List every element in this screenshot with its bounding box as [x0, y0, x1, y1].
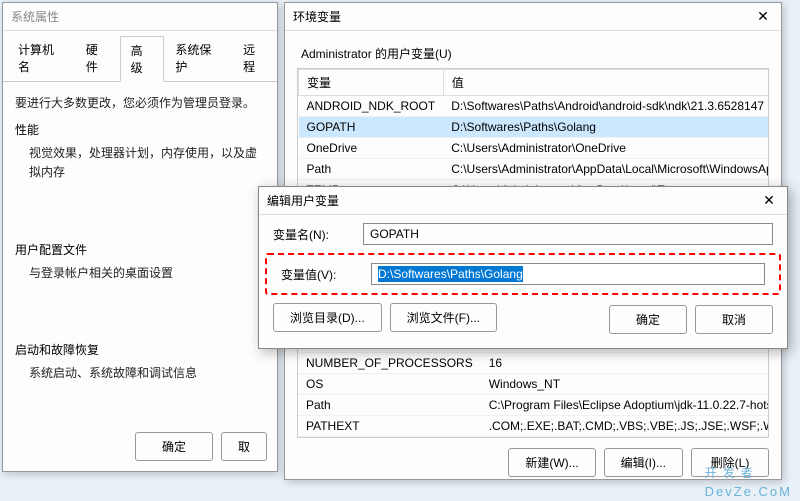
user-vars-table[interactable]: 变量 值 ANDROID_NDK_ROOTD:\Softwares\Paths\… — [298, 69, 769, 194]
table-row[interactable]: PathC:\Users\Administrator\AppData\Local… — [299, 159, 770, 180]
admin-note: 要进行大多数更改，您必须作为管理员登录。 — [15, 94, 265, 113]
col-variable[interactable]: 变量 — [299, 70, 444, 96]
table-row[interactable]: OSWindows_NT — [298, 374, 769, 395]
table-row[interactable]: ANDROID_NDK_ROOTD:\Softwares\Paths\Andro… — [299, 96, 770, 117]
system-properties-window: 系统属性 计算机名 硬件 高级 系统保护 远程 要进行大多数更改，您必须作为管理… — [2, 2, 278, 472]
close-icon[interactable]: ✕ — [753, 7, 773, 27]
sysprops-content: 要进行大多数更改，您必须作为管理员登录。 性能 视觉效果，处理器计划，内存使用，… — [3, 82, 277, 395]
perf-label: 性能 — [15, 121, 265, 138]
profiles-label: 用户配置文件 — [15, 241, 265, 258]
tab-hardware[interactable]: 硬件 — [75, 35, 120, 81]
var-name-row: 变量名(N): GOPATH — [259, 215, 787, 253]
sysprops-cancel-button[interactable]: 取 — [221, 432, 267, 461]
browse-dir-button[interactable]: 浏览目录(D)... — [273, 303, 382, 332]
tab-remote[interactable]: 远程 — [232, 35, 277, 81]
col-value[interactable]: 值 — [443, 70, 769, 96]
var-value-label: 变量值(V): — [281, 266, 361, 283]
table-row[interactable]: OneDriveC:\Users\Administrator\OneDrive — [299, 138, 770, 159]
envvars-title: 环境变量 — [293, 8, 341, 25]
table-row[interactable]: GOPATHD:\Softwares\Paths\Golang — [299, 117, 770, 138]
var-value-input[interactable]: D:\Softwares\Paths\Golang — [371, 263, 765, 285]
edit-sys-button[interactable]: 编辑(I)... — [604, 448, 683, 477]
tab-system-protection[interactable]: 系统保护 — [164, 35, 232, 81]
sysprops-ok-button[interactable]: 确定 — [135, 432, 213, 461]
edit-user-var-dialog: 编辑用户变量 ✕ 变量名(N): GOPATH 变量值(V): D:\Softw… — [258, 186, 788, 349]
highlighted-row: 变量值(V): D:\Softwares\Paths\Golang — [265, 253, 781, 295]
table-row[interactable]: NUMBER_OF_PROCESSORS16 — [298, 353, 769, 374]
perf-desc: 视觉效果，处理器计划，内存使用，以及虚拟内存 — [29, 144, 265, 182]
new-sys-button[interactable]: 新建(W)... — [508, 448, 595, 477]
sysprops-titlebar: 系统属性 — [3, 3, 277, 31]
editdlg-cancel-button[interactable]: 取消 — [695, 305, 773, 334]
sysprops-title: 系统属性 — [11, 8, 59, 25]
startup-desc: 系统启动、系统故障和调试信息 — [29, 364, 265, 383]
editdlg-ok-button[interactable]: 确定 — [609, 305, 687, 334]
profiles-desc: 与登录帐户相关的桌面设置 — [29, 264, 265, 283]
table-row[interactable]: PathC:\Program Files\Eclipse Adoptium\jd… — [298, 395, 769, 416]
editdlg-close-icon[interactable]: ✕ — [759, 191, 779, 211]
table-row[interactable]: PATHEXT.COM;.EXE;.BAT;.CMD;.VBS;.VBE;.JS… — [298, 416, 769, 437]
var-value-row: 变量值(V): D:\Softwares\Paths\Golang — [267, 255, 779, 293]
var-name-input[interactable]: GOPATH — [363, 223, 773, 245]
browse-file-button[interactable]: 浏览文件(F)... — [390, 303, 497, 332]
tab-advanced[interactable]: 高级 — [120, 36, 165, 82]
delete-sys-button[interactable]: 删除(L) — [691, 448, 769, 477]
editdlg-titlebar: 编辑用户变量 ✕ — [259, 187, 787, 215]
editdlg-title: 编辑用户变量 — [267, 192, 339, 209]
user-vars-label: Administrator 的用户变量(U) — [301, 45, 765, 62]
envvars-titlebar: 环境变量 ✕ — [285, 3, 781, 31]
var-name-label: 变量名(N): — [273, 226, 353, 243]
sysprops-tabs: 计算机名 硬件 高级 系统保护 远程 — [3, 35, 277, 82]
tab-computer-name[interactable]: 计算机名 — [7, 35, 75, 81]
startup-label: 启动和故障恢复 — [15, 341, 265, 358]
